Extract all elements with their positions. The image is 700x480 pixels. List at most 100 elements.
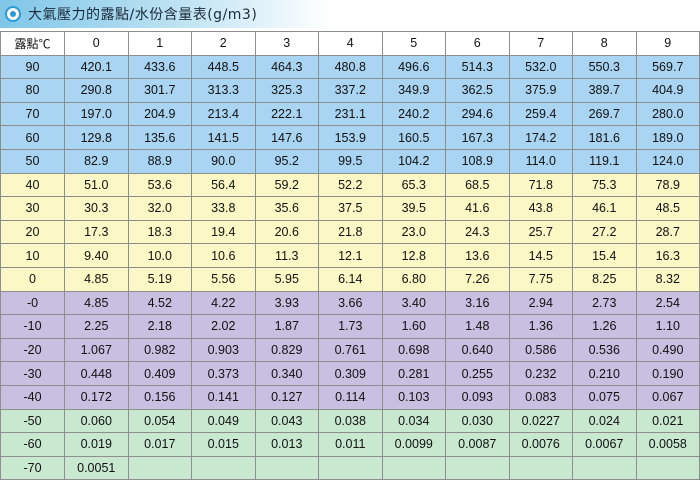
moisture-value-cell: 2.02 [191, 314, 256, 339]
moisture-value-cell: 71.8 [508, 172, 573, 198]
table-row: 30 30.3 32.0 33.8 35.6 37.5 39.5 41.6 43.8 46.1 48… [0, 196, 700, 221]
moisture-value-cell: 569.7 [635, 54, 700, 80]
moisture-value-cell: 2.25 [64, 314, 129, 339]
moisture-value-cell: 0.015 [191, 432, 256, 457]
table-row: 0 4.85 5.19 5.56 5.95 6.14 6.80 7.26 7.75 8.25 8.3… [0, 266, 700, 292]
moisture-value-cell: 0.067 [635, 384, 700, 410]
moisture-value-cell: 0.340 [254, 361, 319, 386]
moisture-value-cell: 204.9 [127, 101, 192, 127]
moisture-value-cell: 259.4 [508, 101, 573, 127]
moisture-value-cell: 0.060 [64, 408, 129, 434]
moisture-value-cell: 0.982 [127, 337, 192, 363]
moisture-value-cell: 25.7 [508, 219, 573, 245]
table-row: -10 2.25 2.18 2.02 1.87 1.73 1.60 1.48 1.36 1.26 1… [0, 314, 700, 339]
header-digit-9: 9 [635, 31, 700, 56]
moisture-value-cell: 11.3 [254, 243, 319, 268]
table-row: -40 0.172 0.156 0.141 0.127 0.114 0.103 0.093 0.… [0, 384, 700, 410]
moisture-value-cell: 59.2 [254, 172, 319, 198]
moisture-value-cell: 114.0 [508, 148, 573, 174]
row-dew-point-cell: -60 [0, 432, 65, 457]
moisture-value-cell: 5.19 [127, 266, 192, 292]
moisture-value-cell: 5.56 [191, 266, 256, 292]
moisture-value-cell: 53.6 [127, 172, 192, 198]
moisture-value-cell: 0.210 [572, 361, 637, 386]
moisture-value-cell: 15.4 [572, 243, 637, 268]
row-dew-point-cell: -0 [0, 290, 65, 316]
moisture-value-cell: 16.3 [635, 243, 700, 268]
moisture-value-cell [318, 455, 383, 480]
moisture-value-cell: 32.0 [127, 196, 192, 221]
moisture-value-cell: 3.66 [318, 290, 383, 316]
moisture-value-cell: 0.038 [318, 408, 383, 434]
moisture-value-cell: 82.9 [64, 148, 129, 174]
moisture-value-cell: 43.8 [508, 196, 573, 221]
moisture-value-cell: 20.6 [254, 219, 319, 245]
moisture-value-cell: 0.172 [64, 384, 129, 410]
moisture-value-cell: 0.0058 [635, 432, 700, 457]
moisture-value-cell: 13.6 [445, 243, 510, 268]
table-row: -70 0.0051 [0, 455, 700, 480]
moisture-value-cell: 4.85 [64, 266, 129, 292]
moisture-value-cell: 141.5 [191, 125, 256, 150]
moisture-value-cell: 3.40 [381, 290, 446, 316]
moisture-value-cell [191, 455, 256, 480]
moisture-value-cell: 1.067 [64, 337, 129, 363]
row-dew-point-cell: 20 [0, 219, 65, 245]
moisture-value-cell: 0.903 [191, 337, 256, 363]
row-dew-point-cell: -20 [0, 337, 65, 363]
moisture-value-cell: 301.7 [127, 78, 192, 103]
header-digit-6: 6 [445, 31, 510, 56]
moisture-value-cell: 0.075 [572, 384, 637, 410]
moisture-value-cell: 167.3 [445, 125, 510, 150]
header-dew-point-label: 露點℃ [0, 31, 65, 56]
row-dew-point-cell: -70 [0, 455, 65, 480]
header-digit-4: 4 [318, 31, 383, 56]
moisture-value-cell: 294.6 [445, 101, 510, 127]
circle-bullet-icon [5, 6, 21, 22]
moisture-value-cell: 0.0087 [445, 432, 510, 457]
table-row: 80 290.8 301.7 313.3 325.3 337.2 349.9 362.5 375… [0, 78, 700, 103]
moisture-value-cell: 6.14 [318, 266, 383, 292]
moisture-value-cell: 290.8 [64, 78, 129, 103]
moisture-value-cell: 0.586 [508, 337, 573, 363]
moisture-value-cell: 4.52 [127, 290, 192, 316]
moisture-value-cell: 147.6 [254, 125, 319, 150]
table-row: -50 0.060 0.054 0.049 0.043 0.038 0.034 0.030 0.… [0, 408, 700, 434]
moisture-value-cell: 30.3 [64, 196, 129, 221]
moisture-value-cell: 349.9 [381, 78, 446, 103]
table-row: -60 0.019 0.017 0.015 0.013 0.011 0.0099 0.0087… [0, 432, 700, 457]
moisture-value-cell: 0.024 [572, 408, 637, 434]
moisture-value-cell: 27.2 [572, 219, 637, 245]
moisture-value-cell [381, 455, 446, 480]
moisture-value-cell: 514.3 [445, 54, 510, 80]
moisture-value-cell: 37.5 [318, 196, 383, 221]
moisture-value-cell: 108.9 [445, 148, 510, 174]
moisture-value-cell: 46.1 [572, 196, 637, 221]
moisture-value-cell: 124.0 [635, 148, 700, 174]
moisture-value-cell: 1.60 [381, 314, 446, 339]
moisture-value-cell: 8.32 [635, 266, 700, 292]
moisture-value-cell: 5.95 [254, 266, 319, 292]
moisture-value-cell: 0.0051 [64, 455, 129, 480]
moisture-value-cell: 18.3 [127, 219, 192, 245]
moisture-value-cell: 1.48 [445, 314, 510, 339]
table-row: 20 17.3 18.3 19.4 20.6 21.8 23.0 24.3 25.7 27.2 28… [0, 219, 700, 245]
moisture-value-cell: 7.75 [508, 266, 573, 292]
moisture-value-cell: 0.0067 [572, 432, 637, 457]
moisture-value-cell: 0.017 [127, 432, 192, 457]
table-row: 60 129.8 135.6 141.5 147.6 153.9 160.5 167.3 174… [0, 125, 700, 150]
moisture-value-cell: 375.9 [508, 78, 573, 103]
moisture-value-cell: 0.698 [381, 337, 446, 363]
moisture-value-cell: 160.5 [381, 125, 446, 150]
dew-point-table: 露點℃ 0 1 2 3 4 5 6 7 8 9 90 420.1 433.6 448.5 464.3 480.8… [0, 31, 700, 480]
header-digit-3: 3 [254, 31, 319, 56]
moisture-value-cell: 10.0 [127, 243, 192, 268]
moisture-value-cell: 448.5 [191, 54, 256, 80]
moisture-value-cell: 78.9 [635, 172, 700, 198]
moisture-value-cell: 0.156 [127, 384, 192, 410]
moisture-value-cell: 389.7 [572, 78, 637, 103]
moisture-value-cell: 19.4 [191, 219, 256, 245]
moisture-value-cell: 1.26 [572, 314, 637, 339]
moisture-value-cell: 404.9 [635, 78, 700, 103]
moisture-value-cell: 0.021 [635, 408, 700, 434]
